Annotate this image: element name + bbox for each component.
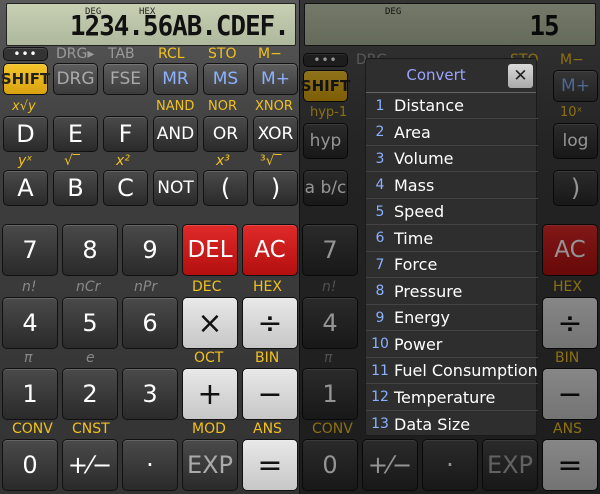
or-button[interactable]: OR	[203, 116, 248, 152]
digit-4-button[interactable]: 4	[2, 297, 58, 349]
convert-item-force[interactable]: 7 Force	[366, 252, 538, 278]
convert-dialog: Convert ✕ 1 Distance 2 Area 3 Volume 4 Mass …	[365, 58, 538, 437]
all-clear-button[interactable]: AC	[242, 224, 298, 276]
divide-button[interactable]: ÷	[242, 297, 298, 349]
mplus-button[interactable]: M+	[253, 63, 298, 95]
cbrt-label: ³√‾	[260, 153, 282, 169]
factorial-label: n!	[22, 279, 37, 295]
close-paren-button[interactable]: )	[253, 170, 298, 206]
display-value: 1234.56AB.CDEF.	[70, 9, 290, 42]
ans-label: ANS	[253, 421, 282, 437]
convert-item-time[interactable]: 6 Time	[366, 226, 538, 252]
power-label: yˣ	[18, 153, 33, 169]
ms-button[interactable]: MS	[203, 63, 248, 95]
hex-a-button[interactable]: A	[3, 170, 48, 206]
convert-item-power[interactable]: 10 Power	[366, 332, 538, 358]
sto-label: STO	[208, 46, 237, 62]
convert-item-mass[interactable]: 4 Mass	[366, 173, 538, 199]
ncr-label: nCr	[76, 279, 101, 295]
hex-f-button[interactable]: F	[103, 116, 148, 152]
hex-label: HEX	[253, 279, 282, 295]
mminus-label: M−	[258, 46, 282, 62]
digit-3-button[interactable]: 3	[122, 368, 178, 420]
equals-button[interactable]: =	[242, 439, 298, 491]
drg-button[interactable]: DRG	[53, 63, 98, 95]
tab-label: TAB	[108, 46, 135, 62]
shift-button[interactable]: SHIFT	[1, 63, 50, 95]
exp-button[interactable]: EXP	[182, 439, 238, 491]
not-button[interactable]: NOT	[153, 170, 198, 206]
sign-toggle-button[interactable]: +⁄−	[62, 439, 118, 491]
hex-c-button[interactable]: C	[103, 170, 148, 206]
mod-label: MOD	[192, 421, 226, 437]
multiply-button[interactable]: ×	[182, 297, 238, 349]
calculator-left: DEG HEX 1234.56AB.CDEF. ••• DRG▸ TAB RCL…	[0, 0, 300, 494]
dialog-title: Convert	[406, 66, 466, 84]
digit-8-button[interactable]: 8	[62, 224, 118, 276]
dec-label: DEC	[192, 279, 222, 295]
nand-label: NAND	[156, 99, 195, 114]
digit-9-button[interactable]: 9	[122, 224, 178, 276]
convert-item-pressure[interactable]: 8 Pressure	[366, 279, 538, 305]
add-button[interactable]: +	[182, 368, 238, 420]
subtract-button[interactable]: −	[242, 368, 298, 420]
xrooty-label: x√y	[12, 99, 36, 114]
digit-5-button[interactable]: 5	[62, 297, 118, 349]
e-label: e	[86, 350, 95, 366]
digit-6-button[interactable]: 6	[122, 297, 178, 349]
decimal-point-button[interactable]: ·	[122, 439, 178, 491]
npr-label: nPr	[134, 279, 158, 295]
convert-item-distance[interactable]: 1 Distance	[366, 93, 538, 119]
nor-label: NOR	[208, 99, 237, 114]
convert-item-fuel-consumption[interactable]: 11 Fuel Consumption	[366, 358, 538, 384]
digit-0-button[interactable]: 0	[2, 439, 58, 491]
digit-1-button[interactable]: 1	[2, 368, 58, 420]
xor-button[interactable]: XOR	[253, 116, 298, 152]
sqrt-label: √‾	[64, 153, 80, 169]
convert-item-temperature[interactable]: 12 Temperature	[366, 385, 538, 411]
convert-item-speed[interactable]: 5 Speed	[366, 199, 538, 225]
rcl-label: RCL	[158, 46, 185, 62]
hex-b-button[interactable]: B	[53, 170, 98, 206]
convert-item-volume[interactable]: 3 Volume	[366, 146, 538, 172]
delete-button[interactable]: DEL	[182, 224, 238, 276]
convert-item-energy[interactable]: 9 Energy	[366, 305, 538, 331]
open-paren-button[interactable]: (	[203, 170, 248, 206]
digit-7-button[interactable]: 7	[2, 224, 58, 276]
conv-label: CONV	[12, 421, 53, 437]
cube-label: x³	[216, 153, 230, 169]
oct-label: OCT	[194, 350, 224, 366]
bin-label: BIN	[255, 350, 280, 366]
mr-button[interactable]: MR	[153, 63, 198, 95]
pi-label: π	[24, 350, 33, 366]
close-icon[interactable]: ✕	[508, 64, 533, 88]
digit-2-button[interactable]: 2	[62, 368, 118, 420]
cnst-label: CNST	[72, 421, 110, 437]
and-button[interactable]: AND	[153, 116, 198, 152]
convert-item-data-size[interactable]: 13 Data Size	[366, 411, 538, 437]
display: DEG HEX 1234.56AB.CDEF.	[6, 3, 296, 46]
square-label: x²	[116, 153, 130, 169]
menu-button[interactable]: •••	[3, 47, 48, 61]
drg-arrow-label: DRG▸	[56, 46, 95, 62]
convert-item-area[interactable]: 2 Area	[366, 120, 538, 146]
xnor-label: XNOR	[255, 99, 293, 114]
fse-button[interactable]: FSE	[103, 63, 148, 95]
hex-e-button[interactable]: E	[53, 116, 98, 152]
hex-d-button[interactable]: D	[3, 116, 48, 152]
